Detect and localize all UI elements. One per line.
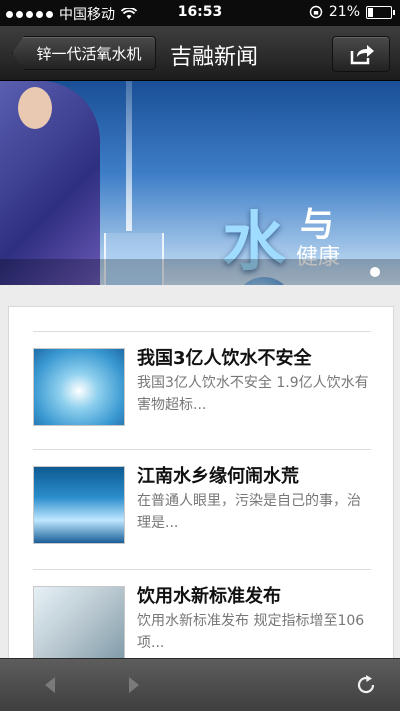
banner-caption-bar [0, 259, 400, 285]
news-title: 饮用水新标准发布 [137, 586, 281, 607]
banner-model-head [18, 87, 52, 129]
news-thumbnail [33, 348, 125, 426]
news-list: 我国3亿人饮水不安全 我国3亿人饮水不安全 1.9亿人饮水有害物超标... 江南… [8, 306, 394, 668]
news-thumbnail [33, 586, 125, 664]
refresh-icon[interactable] [354, 673, 378, 697]
back-button[interactable]: 锌一代活氧水机 [12, 36, 156, 70]
news-item[interactable]: 江南水乡缘何闹水荒 在普通人眼里，污染是自己的事，治理是... [33, 449, 371, 568]
news-summary: 我国3亿人饮水不安全 1.9亿人饮水有害物超标... [137, 375, 369, 413]
page-title: 吉融新闻 [170, 45, 259, 70]
news-thumbnail [33, 466, 125, 544]
share-icon [350, 45, 374, 65]
carousel-dot-active[interactable] [370, 267, 380, 277]
forward-arrow-icon[interactable] [122, 673, 146, 697]
news-summary: 在普通人眼里，污染是自己的事，治理是... [137, 493, 361, 531]
share-button[interactable] [332, 36, 390, 72]
status-right: 21% [309, 4, 395, 20]
news-item[interactable]: 饮用水新标准发布 饮用水新标准发布 规定指标增至106项... [33, 569, 371, 667]
rotation-lock-icon [309, 5, 323, 19]
browser-toolbar [0, 658, 400, 711]
status-bar: 中国移动 16:53 21% [0, 0, 400, 26]
news-summary: 饮用水新标准发布 规定指标增至106项... [137, 613, 365, 651]
battery-percent: 21% [328, 4, 360, 20]
battery-icon [366, 5, 395, 19]
news-title: 江南水乡缘何闹水荒 [137, 466, 299, 487]
back-arrow-icon[interactable] [38, 673, 62, 697]
banner-water-stream [126, 81, 132, 231]
navigation-bar: 锌一代活氧水机 吉融新闻 [0, 26, 400, 81]
news-title: 我国3亿人饮水不安全 [137, 348, 312, 369]
banner-carousel[interactable]: 水 与 健康 [0, 81, 400, 285]
news-item[interactable]: 我国3亿人饮水不安全 我国3亿人饮水不安全 1.9亿人饮水有害物超标... [33, 331, 371, 450]
